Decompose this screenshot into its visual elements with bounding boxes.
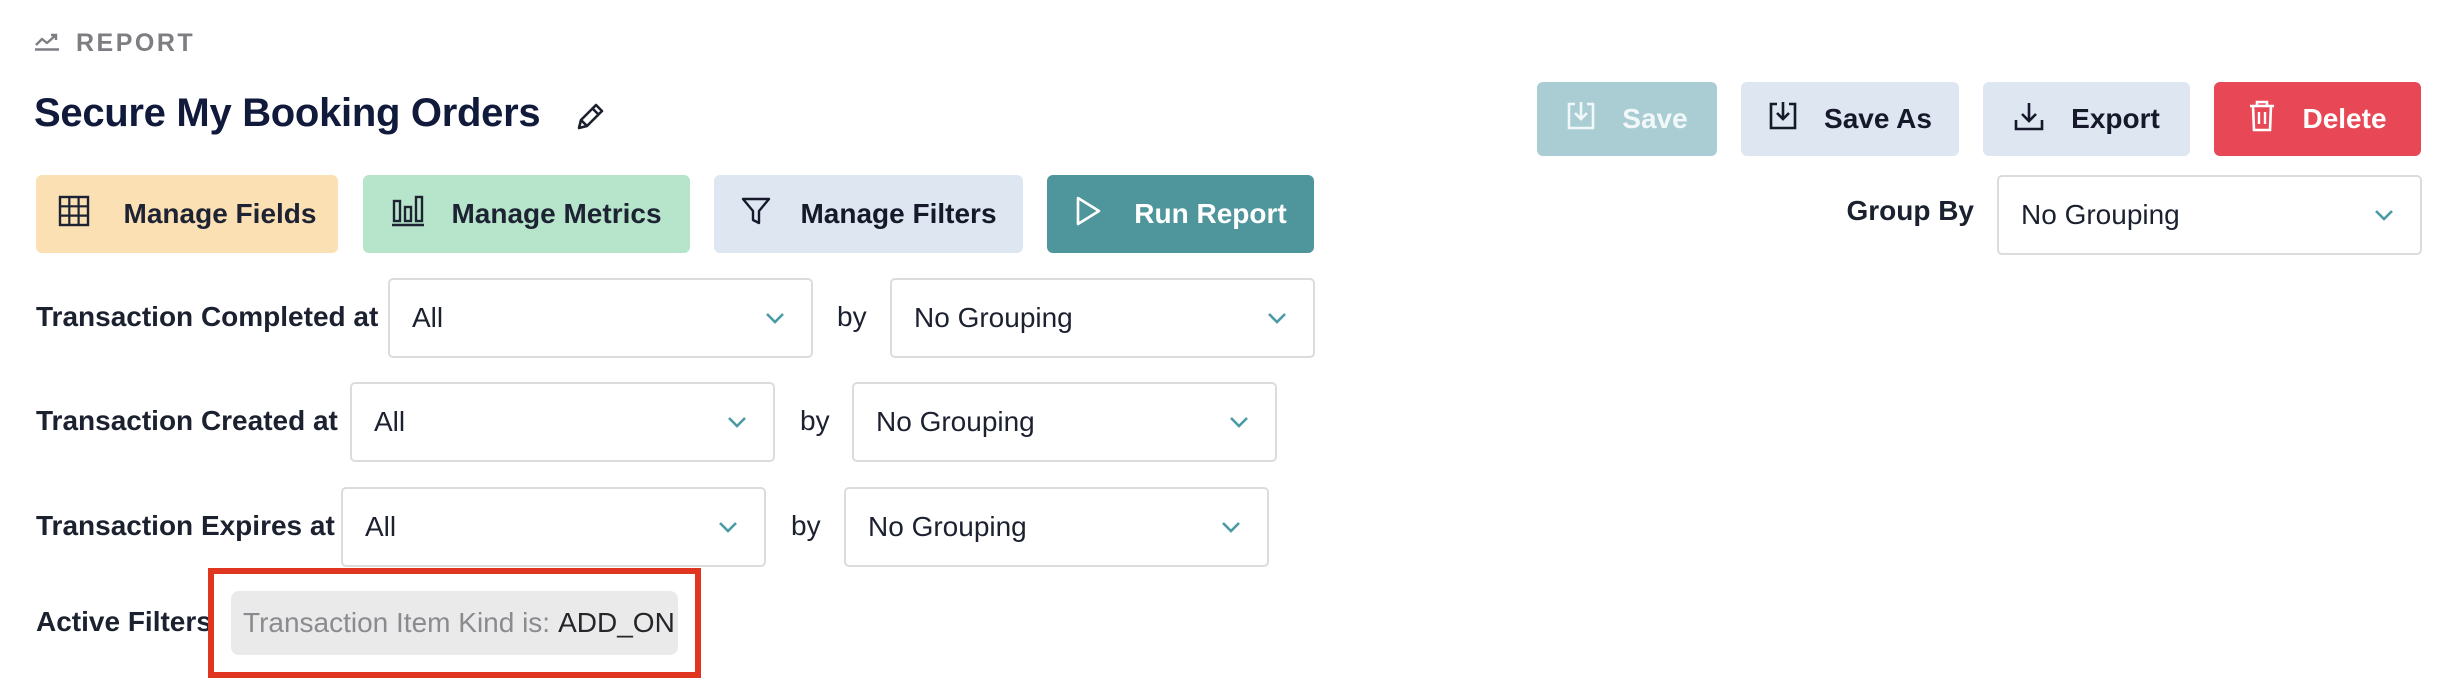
group-by-select[interactable]: No Grouping (1997, 175, 2422, 255)
by-label: by (837, 301, 867, 332)
download-icon (2013, 100, 2045, 139)
export-button-label: Export (2071, 103, 2160, 134)
filter-chip-value: ADD_ON (558, 607, 675, 638)
group-by-label: Group By (1846, 195, 1974, 226)
funnel-icon (740, 195, 772, 234)
manage-fields-button[interactable]: Manage Fields (36, 175, 338, 253)
group-by-value: No Grouping (2021, 199, 2180, 230)
transaction-expires-range-value: All (365, 511, 397, 542)
pencil-icon[interactable] (570, 97, 610, 137)
report-kicker-label: REPORT (76, 28, 196, 57)
transaction-completed-range-select[interactable]: All (388, 278, 813, 358)
chevron-down-icon (2374, 209, 2394, 221)
run-report-label: Run Report (1134, 198, 1287, 229)
transaction-expires-grouping-select[interactable]: No Grouping (844, 487, 1269, 567)
delete-button[interactable]: Delete (2214, 82, 2421, 156)
transaction-created-range-select[interactable]: All (350, 382, 775, 462)
chevron-down-icon (1267, 312, 1287, 324)
play-icon (1074, 195, 1102, 234)
save-button-label: Save (1622, 103, 1688, 134)
chevron-down-icon (1229, 416, 1249, 428)
active-filter-chip[interactable]: Transaction Item Kind is: ADD_ON (231, 591, 678, 655)
save-download-icon (1566, 100, 1596, 139)
transaction-created-range-value: All (374, 406, 406, 437)
by-label: by (800, 405, 830, 436)
transaction-completed-range-value: All (412, 302, 444, 333)
transaction-expires-range-select[interactable]: All (341, 487, 766, 567)
transaction-created-label: Transaction Created at (36, 405, 338, 436)
delete-button-label: Delete (2302, 103, 2387, 134)
by-label: by (791, 510, 821, 541)
grid-icon (58, 195, 90, 234)
save-download-icon (1768, 100, 1798, 139)
manage-metrics-label: Manage Metrics (451, 198, 662, 229)
transaction-completed-grouping-value: No Grouping (914, 302, 1073, 333)
chevron-down-icon (1221, 521, 1241, 533)
trash-icon (2248, 99, 2276, 140)
chevron-down-icon (727, 416, 747, 428)
export-button[interactable]: Export (1983, 82, 2190, 156)
page-title: Secure My Booking Orders (34, 90, 541, 135)
run-report-button[interactable]: Run Report (1047, 175, 1314, 253)
title-row: Secure My Booking Orders (34, 82, 610, 144)
transaction-completed-label: Transaction Completed at (36, 301, 379, 332)
manage-filters-button[interactable]: Manage Filters (714, 175, 1023, 253)
transaction-created-grouping-value: No Grouping (876, 406, 1035, 437)
save-button[interactable]: Save (1537, 82, 1717, 156)
bar-chart-icon (391, 195, 425, 234)
transaction-expires-label: Transaction Expires at (36, 510, 335, 541)
active-filters-label: Active Filters (36, 606, 212, 637)
manage-filters-label: Manage Filters (800, 198, 997, 229)
chevron-down-icon (718, 521, 738, 533)
report-kicker: REPORT (34, 26, 195, 60)
manage-fields-label: Manage Fields (123, 198, 317, 229)
transaction-expires-grouping-value: No Grouping (868, 511, 1027, 542)
chevron-down-icon (765, 312, 785, 324)
transaction-completed-grouping-select[interactable]: No Grouping (890, 278, 1315, 358)
transaction-created-grouping-select[interactable]: No Grouping (852, 382, 1277, 462)
save-as-button-label: Save As (1824, 103, 1932, 134)
save-as-button[interactable]: Save As (1741, 82, 1959, 156)
trend-line-icon (34, 31, 60, 56)
filter-chip-key: Transaction Item Kind is: (243, 607, 551, 638)
manage-metrics-button[interactable]: Manage Metrics (363, 175, 690, 253)
